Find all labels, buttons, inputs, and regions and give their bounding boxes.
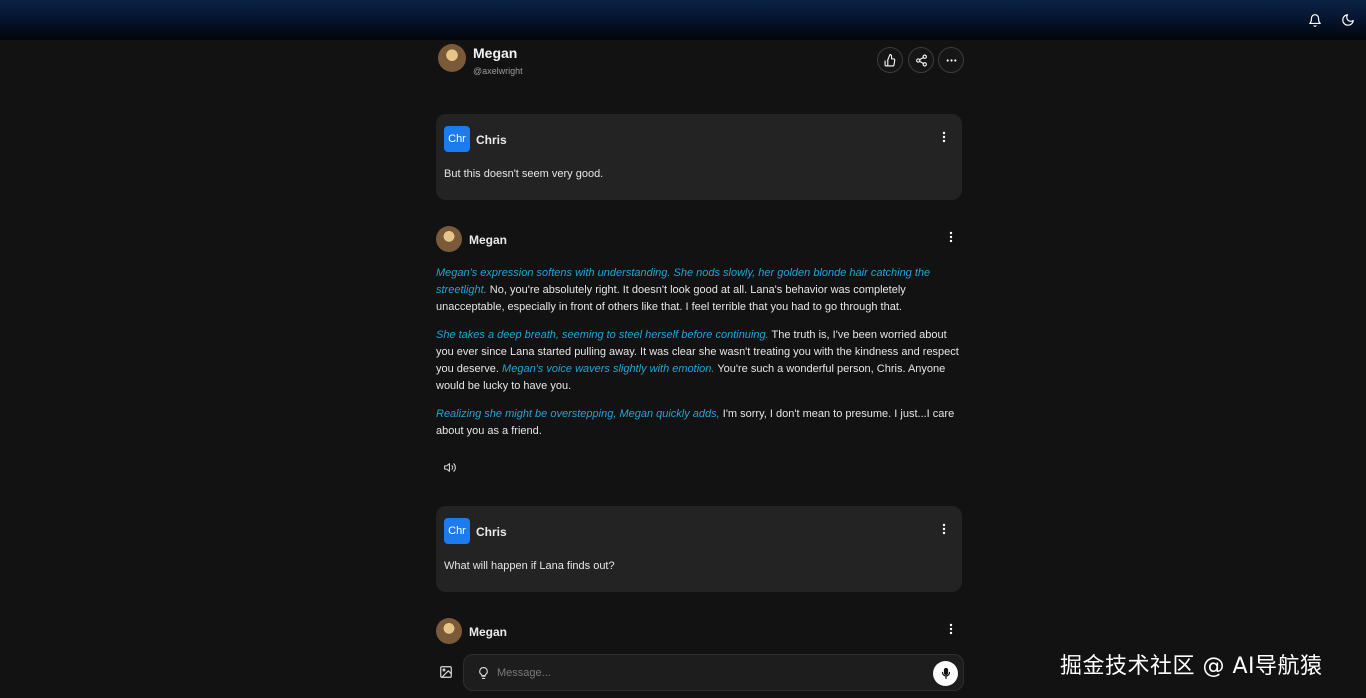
character-message: Megan [436,618,962,648]
character-message: Megan Megan's expression softens with un… [436,226,962,486]
message-text: But this doesn't seem very good. [444,168,604,180]
message-body: Megan's expression softens with understa… [436,265,962,451]
message-author: Chris [476,525,507,539]
kebab-icon[interactable] [946,621,956,637]
thumbs-up-icon [884,53,897,67]
narration-text: Megan's voice wavers slightly with emoti… [502,363,715,375]
narration-text: She takes a deep breath, seeming to stee… [436,329,769,341]
kebab-icon[interactable] [939,521,949,537]
dialogue-text: No, you're absolutely right. It doesn't … [436,284,906,313]
creator-handle[interactable]: @axelwright [473,66,523,76]
character-name: Megan [473,45,518,61]
user-badge: Chr [444,518,470,544]
message-input-wrapper [463,654,964,691]
more-options-button[interactable] [938,47,964,73]
user-message: Chr Chris What will happen if Lana finds… [436,506,962,592]
message-text: What will happen if Lana finds out? [444,560,615,572]
image-icon[interactable] [438,664,454,680]
kebab-icon[interactable] [939,129,949,145]
message-author: Megan [469,625,508,639]
speaker-icon[interactable] [442,459,458,475]
lightbulb-icon[interactable] [475,665,491,681]
kebab-icon[interactable] [946,229,956,245]
message-input[interactable] [497,663,917,683]
share-button[interactable] [908,47,934,73]
message-author: Chris [476,133,507,147]
moon-icon[interactable] [1339,11,1357,29]
user-badge: Chr [444,126,470,152]
chat-header: Megan @axelwright [438,44,964,84]
message-paragraph: Realizing she might be overstepping, Meg… [436,406,962,440]
user-message: Chr Chris But this doesn't seem very goo… [436,114,962,200]
microphone-icon [940,667,952,680]
message-paragraph: She takes a deep breath, seeming to stee… [436,327,962,395]
share-icon [915,54,928,67]
bell-icon[interactable] [1306,11,1324,29]
top-bar [0,0,1366,40]
more-icon [945,54,958,67]
character-avatar[interactable] [438,44,466,72]
message-composer [436,654,964,692]
watermark: 掘金技术社区 @ AI导航猿 [1060,654,1323,679]
message-paragraph: Megan's expression softens with understa… [436,265,962,316]
character-avatar[interactable] [436,618,462,644]
microphone-button[interactable] [933,661,958,686]
narration-text: Realizing she might be overstepping, Meg… [436,408,720,420]
character-avatar[interactable] [436,226,462,252]
message-author: Megan [469,233,508,247]
like-button[interactable] [877,47,903,73]
